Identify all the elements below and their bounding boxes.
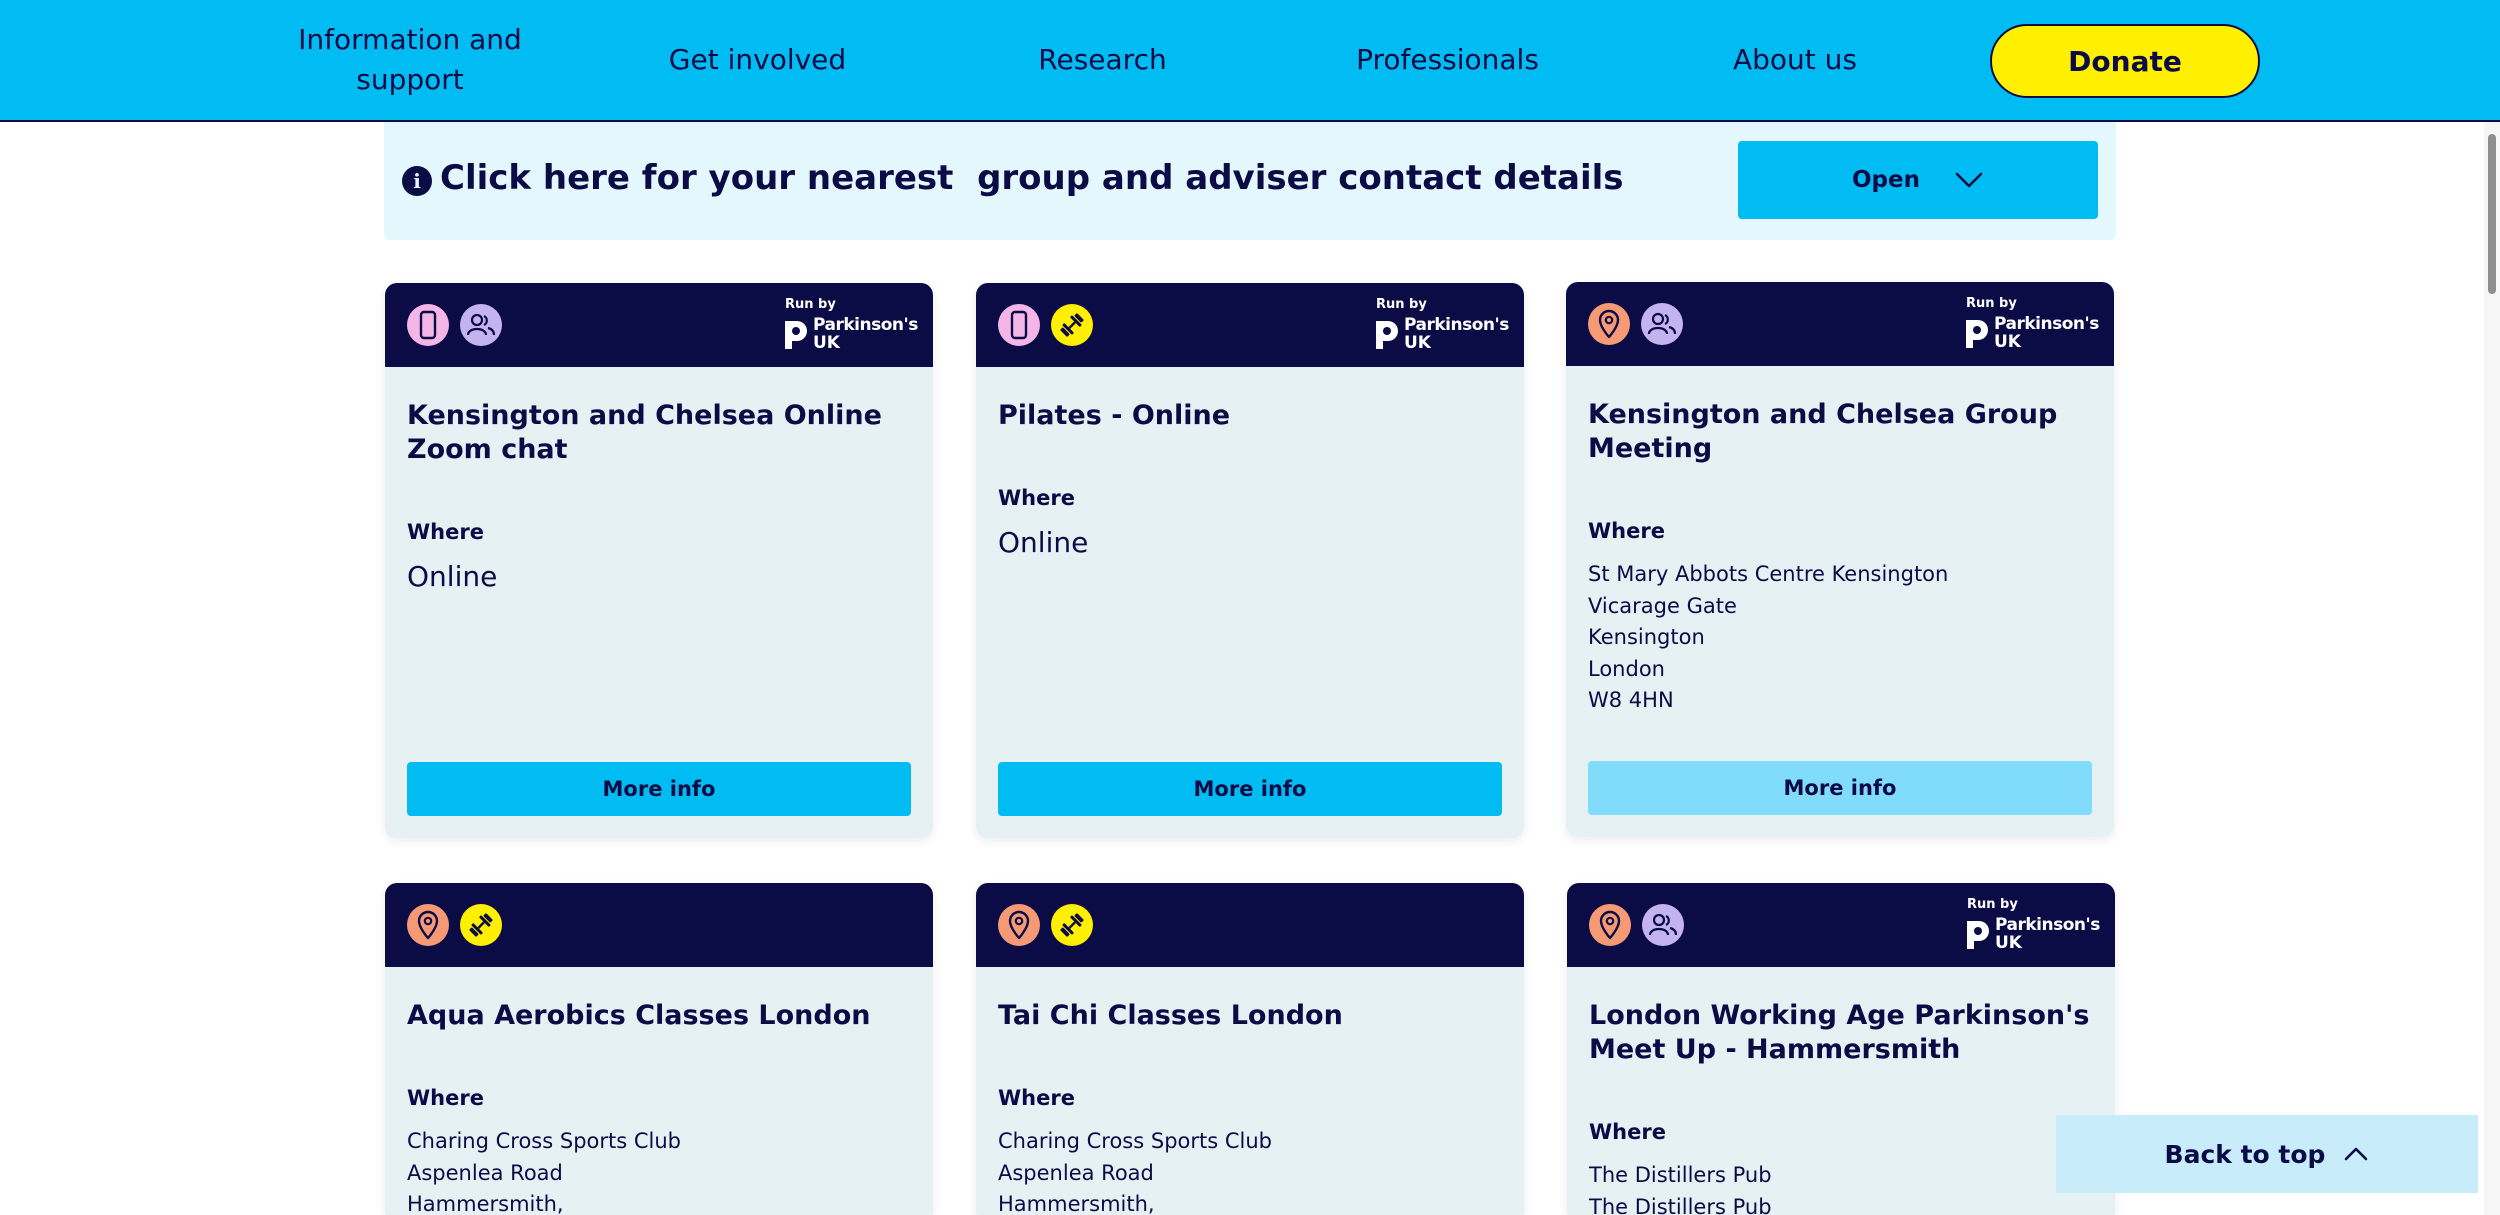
run-by-brand: Parkinson's	[813, 315, 918, 335]
card-header	[385, 883, 933, 967]
card-title: Kensington and Chelsea Online Zoom chat	[407, 400, 882, 465]
people-icon	[1641, 303, 1683, 345]
chevron-up-icon	[2343, 1146, 2369, 1162]
parkinsons-uk-mark-icon	[1374, 319, 1400, 351]
nav-get-involved[interactable]: Get involved	[635, 0, 880, 120]
run-by-country: UK	[1404, 333, 1431, 353]
more-info-button[interactable]: More info	[998, 762, 1502, 816]
address-line: Charing Cross Sports Club	[407, 1129, 681, 1153]
address-line: The Distillers Pub	[1589, 1194, 1772, 1215]
back-to-top-label: Back to top	[2164, 1139, 2326, 1169]
card-title: London Working Age Parkinson's Meet Up -…	[1589, 1000, 2090, 1065]
card-header: Run by Parkinson's UK	[976, 283, 1524, 367]
address-line: Aspenlea Road	[998, 1160, 1154, 1185]
group-card: Tai Chi Classes London Where Charing Cross…	[976, 883, 1524, 1215]
run-by-country: UK	[1994, 332, 2021, 352]
address-line: Aspenlea Road	[407, 1160, 563, 1185]
nav-information-and-support[interactable]: Information and support	[270, 0, 550, 120]
page-scrollbar[interactable]	[2484, 122, 2500, 1215]
dumbbell-icon	[460, 904, 502, 946]
back-to-top-button[interactable]: Back to top	[2056, 1115, 2478, 1193]
where-label: Where	[998, 486, 1075, 510]
run-by-brand: Parkinson's	[1994, 314, 2099, 334]
nav-research[interactable]: Research	[1010, 0, 1195, 120]
phone-icon	[998, 304, 1040, 346]
address: St Mary Abbots Centre Kensington Vicarage…	[1588, 559, 1948, 717]
where-label: Where	[1588, 519, 1665, 543]
address-line: W8 4HN	[1588, 688, 1674, 712]
parkinsons-uk-mark-icon	[783, 319, 809, 351]
scrollbar-thumb[interactable]	[2488, 134, 2496, 294]
address: The Distillers Pub The Distillers Pub	[1589, 1160, 1772, 1215]
address-line: The Distillers Pub	[1589, 1163, 1772, 1187]
address-line: Charing Cross Sports Club	[998, 1129, 1272, 1153]
group-card: Run by Parkinson's UK Kensington and Chelse…	[385, 283, 933, 838]
nav-professionals[interactable]: Professionals	[1335, 0, 1560, 120]
parkinsons-uk-mark-icon	[1965, 919, 1991, 951]
run-by-brand: Parkinson's	[1995, 915, 2100, 935]
contact-details-banner: i Click here for your nearest group and …	[384, 122, 2116, 240]
location-pin-icon	[1589, 904, 1631, 946]
address-line: London	[1588, 656, 1665, 681]
run-by-label: Run by	[1967, 897, 2018, 912]
group-card: Aqua Aerobics Classes London Where Charing…	[385, 883, 933, 1215]
run-by-parkinsons-uk-logo: Run by Parkinson's UK	[1374, 295, 1509, 355]
address: Charing Cross Sports Club Aspenlea Road Ha…	[407, 1126, 681, 1215]
location-pin-icon	[407, 904, 449, 946]
dumbbell-icon	[1051, 904, 1093, 946]
card-title: Pilates - Online	[998, 400, 1231, 431]
where-value: Online	[407, 560, 498, 593]
card-title: Aqua Aerobics Classes London	[407, 1000, 871, 1031]
banner-text: Click here for your nearest group and ad…	[440, 158, 1624, 198]
donate-button[interactable]: Donate	[1990, 24, 2260, 98]
location-pin-icon	[1588, 303, 1630, 345]
address-line: St Mary Abbots Centre Kensington	[1588, 562, 1949, 586]
phone-icon	[407, 304, 449, 346]
run-by-country: UK	[813, 333, 840, 353]
run-by-parkinsons-uk-logo: Run by Parkinson's UK	[1965, 895, 2100, 955]
where-label: Where	[407, 520, 484, 544]
group-card: Run by Parkinson's UK Pilates - Online Where…	[976, 283, 1524, 838]
info-icon: i	[402, 166, 432, 196]
address-line: Kensington	[1588, 625, 1705, 649]
card-title: Tai Chi Classes London	[998, 1000, 1343, 1031]
card-header	[976, 883, 1524, 967]
run-by-parkinsons-uk-logo: Run by Parkinson's UK	[1964, 294, 2099, 354]
run-by-country: UK	[1995, 933, 2022, 953]
run-by-parkinsons-uk-logo: Run by Parkinson's UK	[783, 295, 918, 355]
card-title: Kensington and Chelsea Group Meeting	[1588, 399, 2058, 464]
people-icon	[460, 304, 502, 346]
top-navigation-bar: Information and support Get involved Res…	[0, 0, 2500, 122]
dumbbell-icon	[1051, 304, 1093, 346]
more-info-button[interactable]: More info	[1588, 761, 2092, 815]
run-by-brand: Parkinson's	[1404, 315, 1509, 335]
run-by-label: Run by	[1376, 297, 1427, 312]
open-button-label: Open	[1852, 167, 1920, 193]
run-by-label: Run by	[1966, 296, 2017, 311]
group-card: Run by Parkinson's UK Kensington and Chelse…	[1566, 282, 2114, 837]
card-header: Run by Parkinson's UK	[1566, 282, 2114, 366]
card-header: Run by Parkinson's UK	[1567, 883, 2115, 967]
where-label: Where	[1589, 1120, 1666, 1144]
parkinsons-uk-mark-icon	[1964, 318, 1990, 350]
where-label: Where	[407, 1086, 484, 1110]
nav-about-us[interactable]: About us	[1710, 0, 1880, 120]
open-dropdown-button[interactable]: Open	[1738, 141, 2098, 219]
people-icon	[1642, 904, 1684, 946]
location-pin-icon	[998, 904, 1040, 946]
address-line: Hammersmith,	[998, 1192, 1155, 1215]
address: Charing Cross Sports Club Aspenlea Road Ha…	[998, 1126, 1272, 1215]
group-card: Run by Parkinson's UK London Working Age Pa…	[1567, 883, 2115, 1215]
address-line: Hammersmith,	[407, 1192, 564, 1215]
chevron-down-icon	[1954, 171, 1984, 189]
address-line: Vicarage Gate	[1588, 593, 1737, 618]
card-header: Run by Parkinson's UK	[385, 283, 933, 367]
where-label: Where	[998, 1086, 1075, 1110]
run-by-label: Run by	[785, 297, 836, 312]
more-info-button[interactable]: More info	[407, 762, 911, 816]
where-value: Online	[998, 526, 1089, 559]
